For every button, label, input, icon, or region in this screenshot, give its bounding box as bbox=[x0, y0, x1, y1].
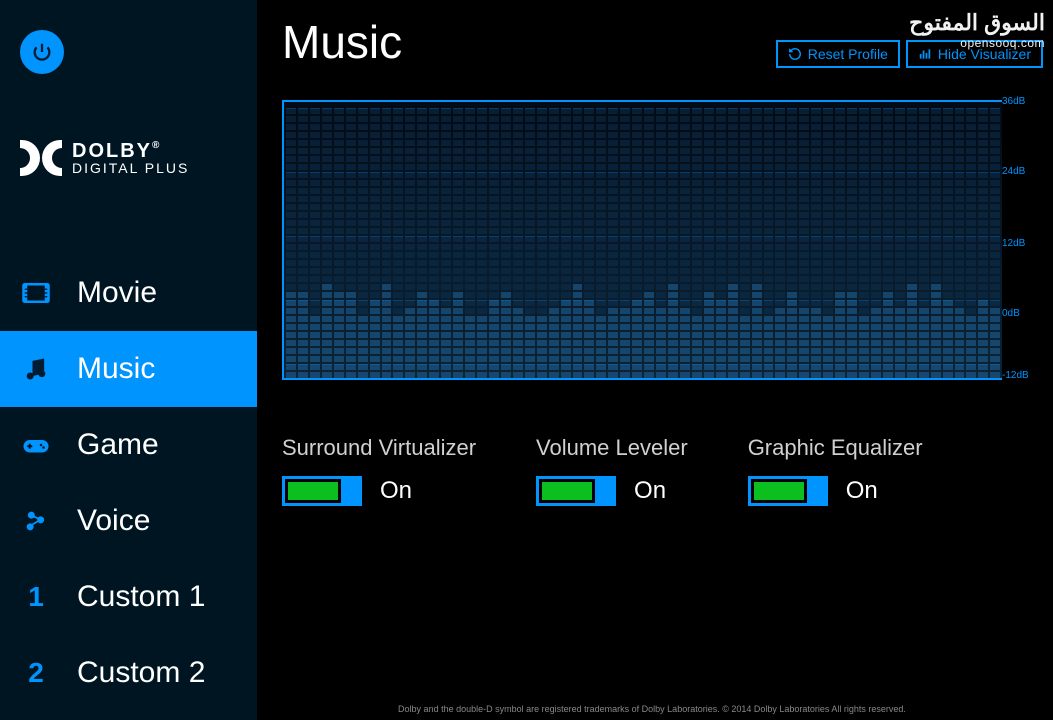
page-title: Music bbox=[282, 15, 402, 69]
audio-visualizer bbox=[282, 100, 1002, 380]
nav-label: Custom 2 bbox=[77, 656, 205, 690]
power-button[interactable] bbox=[20, 30, 64, 74]
opensooq-watermark: السوق المفتوح opensooq.com bbox=[909, 10, 1045, 50]
volume-leveler-toggle[interactable] bbox=[536, 476, 616, 506]
main-panel: Music Reset Profile Hide Visualizer 36dB… bbox=[257, 0, 1053, 720]
brand-logo-block: DOLBY® DIGITAL PLUS bbox=[20, 140, 189, 176]
control-label: Surround Virtualizer bbox=[282, 435, 476, 461]
brand-text: DOLBY® DIGITAL PLUS bbox=[72, 141, 189, 175]
copyright-footer: Dolby and the double-D symbol are regist… bbox=[282, 704, 1022, 714]
db-scale: 36dB 24dB 12dB 0dB -12dB bbox=[1000, 100, 1032, 380]
visualizer-area: 36dB 24dB 12dB 0dB -12dB bbox=[282, 100, 1032, 380]
nav-item-custom2[interactable]: 2 Custom 2 bbox=[0, 635, 257, 711]
nav-label: Game bbox=[77, 428, 159, 462]
control-label: Volume Leveler bbox=[536, 435, 688, 461]
nav-list: Movie Music Game Voice 1 Custom 1 2 bbox=[0, 255, 257, 711]
nav-item-game[interactable]: Game bbox=[0, 407, 257, 483]
power-icon bbox=[31, 41, 53, 63]
control-state: On bbox=[380, 477, 412, 505]
controls-row: Surround Virtualizer On Volume Leveler O… bbox=[282, 435, 923, 506]
control-state: On bbox=[846, 477, 878, 505]
movie-icon bbox=[20, 277, 52, 309]
nav-label: Movie bbox=[77, 276, 157, 310]
graphic-equalizer-toggle[interactable] bbox=[748, 476, 828, 506]
control-state: On bbox=[634, 477, 666, 505]
nav-item-music[interactable]: Music bbox=[0, 331, 257, 407]
nav-label: Music bbox=[77, 352, 155, 386]
nav-item-movie[interactable]: Movie bbox=[0, 255, 257, 331]
nav-item-custom1[interactable]: 1 Custom 1 bbox=[0, 559, 257, 635]
reset-profile-button[interactable]: Reset Profile bbox=[776, 40, 900, 68]
control-surround-virtualizer: Surround Virtualizer On bbox=[282, 435, 476, 506]
control-graphic-equalizer: Graphic Equalizer On bbox=[748, 435, 923, 506]
reset-icon bbox=[788, 47, 802, 61]
num1-icon: 1 bbox=[20, 581, 52, 613]
control-label: Graphic Equalizer bbox=[748, 435, 923, 461]
control-volume-leveler: Volume Leveler On bbox=[536, 435, 688, 506]
voice-icon bbox=[20, 505, 52, 537]
num2-icon: 2 bbox=[20, 657, 52, 689]
nav-item-voice[interactable]: Voice bbox=[0, 483, 257, 559]
nav-label: Voice bbox=[77, 504, 150, 538]
dolby-dd-icon bbox=[20, 140, 62, 176]
music-icon bbox=[20, 353, 52, 385]
nav-label: Custom 1 bbox=[77, 580, 205, 614]
surround-virtualizer-toggle[interactable] bbox=[282, 476, 362, 506]
sidebar: DOLBY® DIGITAL PLUS Movie Music Game bbox=[0, 0, 257, 720]
game-icon bbox=[20, 429, 52, 461]
